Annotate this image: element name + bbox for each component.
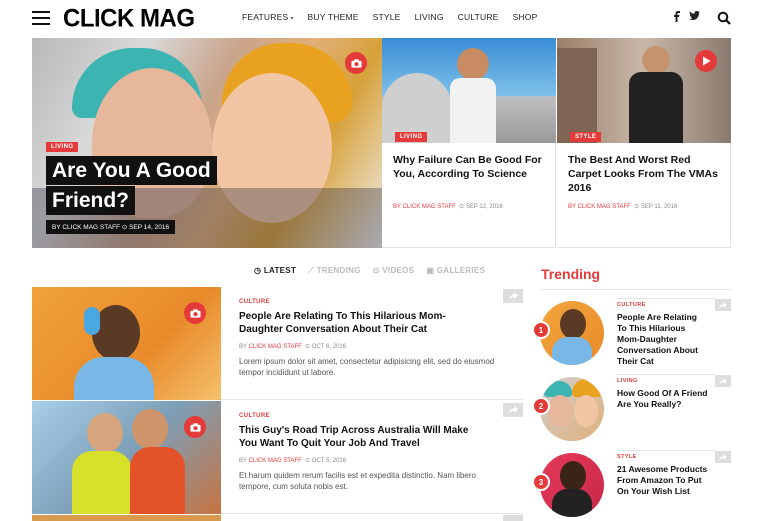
share-icon[interactable] [503, 289, 523, 303]
category-tag[interactable]: CULTURE [239, 299, 270, 305]
story-image[interactable] [540, 301, 604, 365]
site-logo[interactable]: CLICK MAG [63, 4, 195, 33]
hero-card[interactable]: LIVING Why Failure Can Be Good For You, … [382, 38, 556, 248]
story-title[interactable]: How Good Of A Friend Are You Really? [617, 388, 709, 410]
story-title[interactable]: People Are Relating To This Hilarious Mo… [617, 312, 709, 367]
story-meta: BY CLICK MAG STAFF ⊙ SEP 11, 2016 [568, 203, 677, 210]
hero-card[interactable]: STYLE The Best And Worst Red Carpet Look… [557, 38, 731, 248]
story-date: ⊙ SEP 12, 2016 [459, 204, 503, 210]
story-title[interactable]: The Best And Worst Red Carpet Looks From… [568, 153, 723, 195]
hero-title[interactable]: Are You A Good [46, 156, 217, 185]
byline-prefix: BY [239, 344, 247, 350]
tab-latest[interactable]: ◷ LATEST [254, 266, 296, 276]
twitter-icon[interactable] [689, 11, 700, 23]
feed-item[interactable] [32, 515, 523, 521]
camera-icon: ▣ [426, 266, 437, 275]
video-icon: ⊙ [372, 266, 383, 275]
story-meta: BY CLICK MAG STAFF ⊙ OCT 6, 2016 [239, 343, 346, 350]
story-title[interactable]: Why Failure Can Be Good For You, Accordi… [393, 153, 548, 181]
nav-item-features[interactable]: FEATURES ▾ [242, 12, 294, 22]
story-image[interactable] [32, 515, 221, 521]
share-icon[interactable] [715, 451, 731, 463]
tab-trending[interactable]: ⟋ TRENDING [308, 266, 361, 276]
hero-meta: BY CLICK MAG STAFF ⊙ SEP 14, 2016 [46, 220, 176, 234]
play-icon[interactable] [695, 50, 717, 72]
share-icon[interactable] [503, 515, 523, 521]
nav-item-buy-theme[interactable]: BUY THEME [308, 12, 359, 22]
camera-icon [345, 52, 367, 74]
camera-icon [184, 302, 206, 324]
story-image[interactable] [540, 377, 604, 441]
search-icon[interactable] [717, 11, 731, 25]
author-link[interactable]: BY CLICK MAG STAFF [393, 204, 456, 210]
story-date: ⊙ SEP 11, 2016 [634, 204, 678, 210]
divider [541, 289, 731, 290]
chart-icon: ⟋ [308, 266, 317, 275]
story-title[interactable]: 21 Awesome Products From Amazon To Put O… [617, 464, 709, 497]
category-tag[interactable]: STYLE [617, 454, 637, 460]
share-icon[interactable] [503, 403, 523, 417]
divider [617, 298, 715, 299]
rank-badge: 1 [532, 321, 550, 339]
story-excerpt: Et harum quidem rerum facilis est et exp… [239, 471, 476, 491]
menu-icon[interactable] [32, 11, 50, 25]
hero-grid: LIVING Are You A Good Friend? BY CLICK M… [32, 38, 731, 248]
category-tag[interactable]: CULTURE [617, 302, 646, 308]
story-excerpt: Lorem ipsum dolor sit amet, consectetur … [239, 357, 495, 377]
story-title[interactable]: People Are Relating To This Hilarious Mo… [239, 310, 489, 336]
site-header: CLICK MAG FEATURES ▾ BUY THEME STYLE LIVI… [0, 0, 768, 38]
hero-title[interactable]: Friend? [46, 186, 135, 215]
story-image[interactable] [382, 38, 556, 143]
author-link[interactable]: CLICK MAG STAFF [249, 344, 302, 350]
trending-heading: Trending [541, 266, 601, 282]
camera-icon [184, 416, 206, 438]
trending-item[interactable]: 2 LIVING How Good Of A Friend Are You Re… [530, 373, 731, 449]
nav-item-living[interactable]: LIVING [415, 12, 444, 22]
tab-videos[interactable]: ⊙ VIDEOS [373, 266, 415, 276]
author-link[interactable]: BY CLICK MAG STAFF [568, 204, 631, 210]
nav-item-culture[interactable]: CULTURE [458, 12, 499, 22]
trending-item[interactable]: 1 CULTURE People Are Relating To This Hi… [530, 297, 731, 373]
chevron-down-icon: ▾ [290, 16, 294, 22]
clock-icon: ◷ [254, 266, 264, 275]
category-tag[interactable]: LIVING [46, 142, 79, 152]
hero-main-story[interactable]: LIVING Are You A Good Friend? BY CLICK M… [32, 38, 382, 248]
category-tag[interactable]: CULTURE [239, 413, 270, 419]
category-tag[interactable]: STYLE [570, 132, 602, 142]
category-tag[interactable]: LIVING [617, 378, 638, 384]
share-icon[interactable] [715, 375, 731, 387]
nav-item-shop[interactable]: SHOP [513, 12, 538, 22]
divider [617, 374, 715, 375]
feed-item[interactable]: CULTURE People Are Relating To This Hila… [32, 287, 523, 400]
trending-item[interactable]: 3 STYLE 21 Awesome Products From Amazon … [530, 449, 731, 521]
story-meta: BY CLICK MAG STAFF ⊙ OCT 5, 2016 [239, 457, 346, 464]
author-link[interactable]: CLICK MAG STAFF [249, 458, 302, 464]
nav-item-style[interactable]: STYLE [373, 12, 401, 22]
category-tag[interactable]: LIVING [395, 132, 428, 142]
rank-badge: 2 [532, 397, 550, 415]
share-icon[interactable] [715, 299, 731, 311]
feed-tabs: ◷ LATEST ⟋ TRENDING ⊙ VIDEOS ▣ GALLERIES [254, 266, 497, 276]
feed-item[interactable]: CULTURE This Guy's Road Trip Across Aust… [32, 401, 523, 514]
divider [617, 450, 715, 451]
story-date: ⊙ OCT 6, 2016 [305, 344, 347, 350]
rank-badge: 3 [532, 473, 550, 491]
byline-prefix: BY [239, 458, 247, 464]
story-image[interactable] [540, 453, 604, 517]
facebook-icon[interactable] [674, 11, 680, 25]
story-date: ⊙ OCT 5, 2016 [305, 458, 347, 464]
story-title[interactable]: This Guy's Road Trip Across Australia Wi… [239, 424, 489, 450]
main-nav: FEATURES ▾ BUY THEME STYLE LIVING CULTURE… [242, 12, 551, 22]
story-meta: BY CLICK MAG STAFF ⊙ SEP 12, 2016 [393, 203, 503, 210]
tab-galleries[interactable]: ▣ GALLERIES [426, 266, 485, 276]
